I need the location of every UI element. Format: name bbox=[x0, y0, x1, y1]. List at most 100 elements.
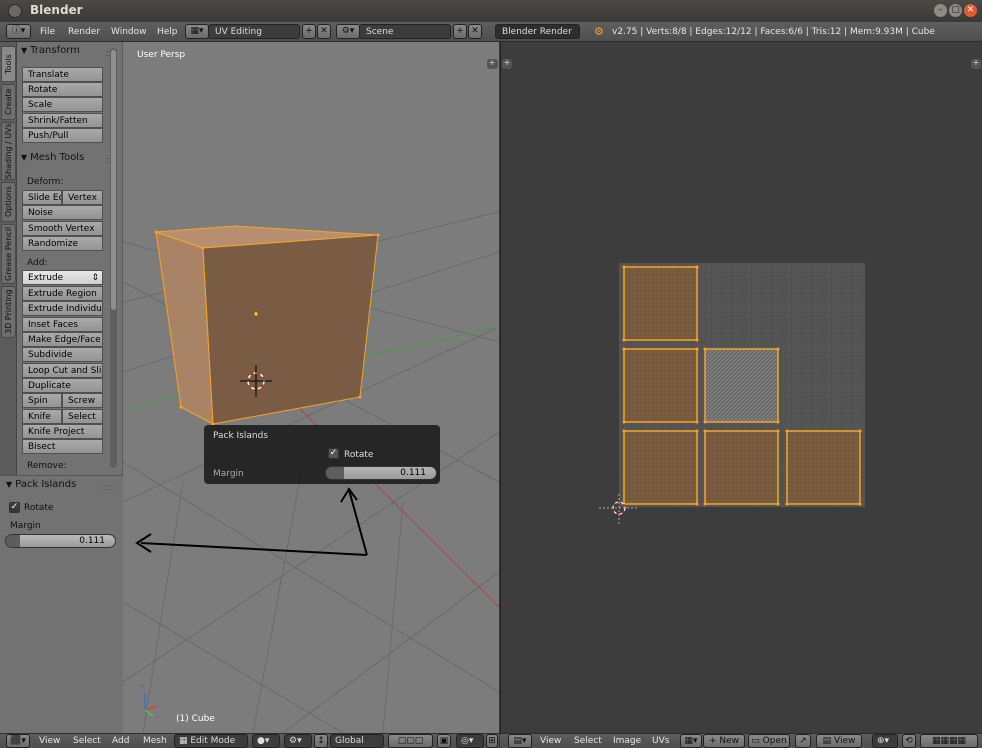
3d-viewport[interactable]: User Persp + (1) Cube z x bbox=[123, 42, 499, 733]
scene-remove-icon[interactable]: ✕ bbox=[468, 24, 482, 39]
pin-icon[interactable]: ↗ bbox=[795, 734, 811, 748]
view-icon: ▤ bbox=[822, 736, 834, 746]
scene-add-icon[interactable]: + bbox=[453, 24, 467, 39]
expand-icon[interactable]: + bbox=[487, 59, 497, 69]
smooth-vertex-button[interactable]: Smooth Vertex bbox=[22, 221, 103, 236]
menu-help[interactable]: Help bbox=[157, 27, 178, 37]
axis-z-label: z bbox=[141, 683, 145, 691]
knife-select-button[interactable]: Select bbox=[62, 409, 103, 424]
subdivide-button[interactable]: Subdivide bbox=[22, 347, 103, 362]
menu-select[interactable]: Select bbox=[574, 736, 602, 746]
proportional-edit-select[interactable]: ◎▾ bbox=[456, 734, 484, 748]
duplicate-button[interactable]: Duplicate bbox=[22, 378, 103, 393]
open-image-button[interactable]: ▭ Open bbox=[748, 734, 790, 748]
sync-selection-icon[interactable]: ⟲ bbox=[902, 734, 916, 748]
uv-image-editor[interactable]: + + + bbox=[487, 42, 982, 733]
popup-margin-field[interactable]: 0.111 bbox=[325, 466, 437, 480]
mode-select[interactable]: ▦ Edit Mode bbox=[174, 734, 248, 748]
render-engine-select[interactable]: Blender Render bbox=[495, 24, 580, 39]
extrude-region-button[interactable]: Extrude Region bbox=[22, 286, 103, 301]
close-icon[interactable]: ✕ bbox=[964, 4, 977, 17]
menu-view[interactable]: View bbox=[39, 736, 60, 746]
manipulator-icon[interactable]: ↕ bbox=[314, 734, 328, 748]
menu-render[interactable]: Render bbox=[68, 27, 100, 37]
menu-uvs[interactable]: UVs bbox=[652, 736, 669, 746]
panel-grip-icon[interactable] bbox=[103, 485, 113, 490]
randomize-button[interactable]: Randomize bbox=[22, 236, 103, 251]
margin-field[interactable]: 0.111 bbox=[5, 534, 116, 548]
shrink-fatten-button[interactable]: Shrink/Fatten bbox=[22, 113, 103, 128]
push-pull-button[interactable]: Push/Pull bbox=[22, 128, 103, 143]
tab-options[interactable]: Options bbox=[1, 182, 16, 222]
shading-select[interactable]: ●▾ bbox=[252, 734, 280, 748]
menu-image[interactable]: Image bbox=[613, 736, 641, 746]
orientation-select[interactable]: Global bbox=[330, 734, 384, 748]
tab-grease-pencil[interactable]: Grease Pencil bbox=[1, 224, 16, 284]
transform-panel-header[interactable]: ▼ Transform bbox=[21, 45, 80, 56]
menu-select[interactable]: Select bbox=[73, 736, 101, 746]
uv-select-mode-icons[interactable]: ▦▦▦▦ bbox=[920, 734, 978, 748]
snap-icon[interactable]: ⊞ bbox=[486, 734, 498, 748]
3d-view-header: ⬛▾ View Select Add Mesh ▦ Edit Mode ●▾ ⚙… bbox=[0, 733, 499, 748]
select-mode-icons[interactable]: ▢▢▢ bbox=[388, 734, 433, 748]
inset-faces-button[interactable]: Inset Faces bbox=[22, 317, 103, 332]
popup-margin-label: Margin bbox=[213, 469, 244, 479]
extrude-individual-button[interactable]: Extrude Individual bbox=[22, 301, 103, 316]
dropdown-arrows-icon: ⇕ bbox=[91, 273, 99, 283]
editor-type-icon[interactable]: ▤▾ bbox=[508, 734, 532, 748]
mesh-tools-panel-header[interactable]: ▼ Mesh Tools bbox=[21, 152, 84, 163]
image-browse-icon[interactable]: ▦▾ bbox=[680, 734, 702, 748]
editor-type-icon[interactable]: ⓘ▾ bbox=[6, 24, 31, 39]
make-edge-face-button[interactable]: Make Edge/Face bbox=[22, 332, 103, 347]
menu-window[interactable]: Window bbox=[111, 27, 147, 37]
spin-button[interactable]: Spin bbox=[22, 393, 62, 408]
minimize-icon[interactable]: – bbox=[934, 4, 947, 17]
knife-button[interactable]: Knife bbox=[22, 409, 62, 424]
pivot-select[interactable]: ⊕▾ bbox=[872, 734, 898, 748]
operator-panel-header[interactable]: ▼ Pack Islands bbox=[6, 479, 76, 490]
slide-edge-button[interactable]: Slide Ed bbox=[22, 190, 62, 205]
toolshelf-scrollbar[interactable] bbox=[110, 48, 117, 468]
tab-3d-printing[interactable]: 3D Printing bbox=[1, 286, 16, 338]
tool-shelf: ▼ Transform Translate Rotate Scale Shrink… bbox=[17, 42, 123, 475]
margin-label: Margin bbox=[10, 521, 41, 531]
plus-icon: + bbox=[708, 736, 720, 746]
layout-browse-icon[interactable]: ▦▾ bbox=[185, 24, 209, 39]
scene-browse-icon[interactable]: ⚙▾ bbox=[336, 24, 360, 39]
scene-name-field[interactable]: Scene bbox=[359, 24, 451, 39]
maximize-icon[interactable]: ▢ bbox=[949, 4, 962, 17]
editor-type-icon[interactable]: ⬛▾ bbox=[6, 734, 30, 748]
popup-rotate-checkbox[interactable]: ✓ bbox=[328, 448, 339, 459]
menu-view[interactable]: View bbox=[540, 736, 561, 746]
toolshelf-tabs: Tools Create Shading / UVs Options Greas… bbox=[0, 42, 17, 475]
layout-name-field[interactable]: UV Editing bbox=[208, 24, 300, 39]
tab-create[interactable]: Create bbox=[1, 84, 16, 120]
noise-button[interactable]: Noise bbox=[22, 205, 103, 220]
rotate-label: Rotate bbox=[24, 503, 54, 513]
knife-project-button[interactable]: Knife Project bbox=[22, 424, 103, 439]
view-mode-select[interactable]: ▤ View bbox=[816, 734, 862, 748]
menu-add[interactable]: Add bbox=[112, 736, 129, 746]
loop-cut-button[interactable]: Loop Cut and Slide bbox=[22, 363, 103, 378]
occlude-icon[interactable]: ▣ bbox=[437, 734, 451, 748]
blender-logo-icon bbox=[8, 4, 22, 18]
screw-button[interactable]: Screw bbox=[62, 393, 103, 408]
vertex-slide-button[interactable]: Vertex bbox=[62, 190, 103, 205]
viewport-canvas[interactable] bbox=[123, 42, 499, 733]
uv-canvas[interactable] bbox=[501, 42, 982, 733]
tab-tools[interactable]: Tools bbox=[1, 46, 16, 82]
menu-file[interactable]: File bbox=[40, 27, 55, 37]
extrude-menu-button[interactable]: Extrude ⇕ bbox=[22, 270, 103, 285]
pivot-select[interactable]: ⚙▾ bbox=[284, 734, 312, 748]
translate-button[interactable]: Translate bbox=[22, 67, 103, 82]
scale-button[interactable]: Scale bbox=[22, 97, 103, 112]
bisect-button[interactable]: Bisect bbox=[22, 439, 103, 454]
scene-stats: v2.75 | Verts:8/8 | Edges:12/12 | Faces:… bbox=[612, 27, 935, 37]
rotate-button[interactable]: Rotate bbox=[22, 82, 103, 97]
layout-add-icon[interactable]: + bbox=[302, 24, 316, 39]
layout-remove-icon[interactable]: ✕ bbox=[317, 24, 331, 39]
new-image-button[interactable]: + New bbox=[703, 734, 745, 748]
tab-shading-uvs[interactable]: Shading / UVs bbox=[1, 122, 16, 180]
menu-mesh[interactable]: Mesh bbox=[143, 736, 167, 746]
rotate-checkbox[interactable]: ✓ bbox=[9, 502, 20, 513]
